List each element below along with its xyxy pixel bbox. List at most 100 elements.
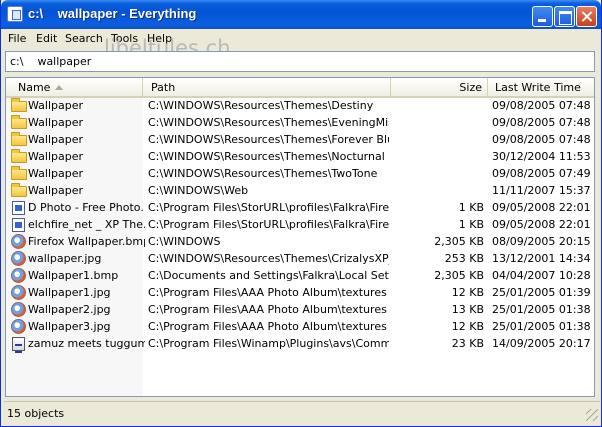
image-file-icon (11, 268, 26, 283)
row-size: 23 KB (451, 337, 484, 350)
table-row[interactable]: Wallpaper1.jpg C:\Program Files\AAA Photo… (6, 285, 594, 302)
menu-bar: File Edit Search Tools Help (4, 29, 600, 49)
row-path: C:\WINDOWS\Resources\Themes\TwoTone (148, 167, 378, 180)
row-name: wallpaper.jpg (28, 252, 102, 265)
maximize-button[interactable] (554, 6, 575, 27)
row-date: 11/11/2007 15:37 (492, 184, 591, 197)
table-row[interactable]: Wallpaper C:\WINDOWS\Resources\Themes\Two… (6, 166, 594, 183)
table-row[interactable]: wallpaper.jpg C:\WINDOWS\Resources\Themes… (6, 251, 594, 268)
row-path: C:\Program Files\StorURL\profiles\Falkra… (148, 201, 389, 214)
sort-ascending-icon (55, 85, 63, 90)
app-icon[interactable] (7, 6, 23, 22)
row-size: 2,305 KB (434, 235, 484, 248)
row-name: D Photo - Free Photo... (28, 201, 145, 214)
row-name: Wallpaper (28, 116, 84, 129)
internet-shortcut-icon (12, 201, 25, 215)
row-date: 09/08/2005 07:48 (492, 99, 591, 112)
close-button[interactable] (576, 6, 597, 27)
row-path: C:\WINDOWS\Resources\Themes\CrizalysXP_1… (148, 252, 389, 265)
row-name: Wallpaper3.jpg (28, 320, 111, 333)
row-path: C:\WINDOWS\Resources\Themes\Nocturnal (148, 150, 385, 163)
row-path: C:\Program Files\Winamp\Plugins\avs\Comm… (148, 337, 389, 350)
folder-icon (11, 166, 27, 180)
column-header-size[interactable]: Size (391, 78, 488, 96)
row-name: Wallpaper (28, 99, 84, 112)
menu-search[interactable]: Search (65, 32, 103, 45)
row-path: C:\WINDOWS\Resources\Themes\Forever Blue (148, 133, 389, 146)
row-size: 1 KB (458, 201, 484, 214)
row-date: 14/09/2005 20:17 (492, 337, 591, 350)
row-name: Wallpaper (28, 167, 84, 180)
table-row[interactable]: Wallpaper2.jpg C:\Program Files\AAA Photo… (6, 302, 594, 319)
plugin-file-icon (12, 337, 25, 353)
row-path: C:\WINDOWS\Resources\Themes\EveningMist (148, 116, 389, 129)
row-path: C:\Program Files\AAA Photo Album\texture… (148, 303, 387, 316)
folder-icon (11, 98, 27, 112)
row-size: 1 KB (458, 218, 484, 231)
results-list[interactable]: Name Path Size Last Write Time Wallpaper… (5, 77, 595, 397)
row-date: 09/08/2005 07:48 (492, 116, 591, 129)
column-header-path[interactable]: Path (143, 78, 391, 96)
row-path: C:\WINDOWS\Resources\Themes\Destiny (148, 99, 374, 112)
resize-grip-icon[interactable] (586, 409, 598, 421)
folder-icon (11, 149, 27, 163)
row-name: Wallpaper1.bmp (28, 269, 119, 282)
row-size: 253 KB (444, 252, 484, 265)
image-file-icon (11, 234, 26, 249)
row-path: C:\Program Files\AAA Photo Album\texture… (148, 320, 387, 333)
table-row[interactable]: Wallpaper1.bmp C:\Documents and Settings\… (6, 268, 594, 285)
table-row[interactable]: Wallpaper C:\WINDOWS\Resources\Themes\Noc… (6, 149, 594, 166)
row-date: 25/01/2005 01:39 (492, 286, 591, 299)
row-date: 30/12/2004 11:53 (492, 150, 591, 163)
status-bar: 15 objects (4, 401, 600, 423)
table-row[interactable]: Wallpaper C:\WINDOWS\Resources\Themes\Des… (6, 98, 594, 115)
column-header-name[interactable]: Name (6, 78, 143, 96)
everything-window: c:\ wallpaper - Everything File Edit Searc… (0, 0, 602, 427)
image-file-icon (11, 285, 26, 300)
row-name: Wallpaper (28, 184, 84, 197)
row-date: 04/04/2007 10:28 (492, 269, 591, 282)
internet-shortcut-icon (12, 218, 25, 232)
row-size: 12 KB (451, 286, 484, 299)
title-bar[interactable]: c:\ wallpaper - Everything (1, 0, 601, 29)
row-date: 09/05/2008 22:01 (492, 201, 591, 214)
row-date: 09/05/2008 22:01 (492, 218, 591, 231)
row-date: 08/09/2005 20:15 (492, 235, 591, 248)
row-size: 2,305 KB (434, 269, 484, 282)
column-header-date[interactable]: Last Write Time (488, 78, 594, 96)
menu-edit[interactable]: Edit (36, 32, 57, 45)
row-name: zamuz meets tuggum... (28, 337, 145, 350)
row-name: Wallpaper (28, 150, 84, 163)
folder-icon (11, 132, 27, 146)
image-file-icon (11, 319, 26, 334)
row-date: 09/08/2005 07:49 (492, 167, 591, 180)
image-file-icon (11, 251, 26, 266)
row-name: Wallpaper2.jpg (28, 303, 111, 316)
table-row[interactable]: Wallpaper C:\WINDOWS\Web 11/11/2007 15:37 (6, 183, 594, 200)
table-row[interactable]: Firefox Wallpaper.bmp C:\WINDOWS 2,305 KB 0… (6, 234, 594, 251)
row-path: C:\WINDOWS\Web (148, 184, 249, 197)
table-row[interactable]: D Photo - Free Photo... C:\Program Files\… (6, 200, 594, 217)
table-row[interactable]: zamuz meets tuggum...C:\Program Files\Wi… (6, 336, 594, 353)
minimize-button[interactable] (532, 6, 553, 27)
table-row[interactable]: Wallpaper C:\WINDOWS\Resources\Themes\For… (6, 132, 594, 149)
row-name: elchfire_net _ XP The... (28, 218, 145, 231)
row-name: Wallpaper (28, 133, 84, 146)
folder-icon (11, 115, 27, 129)
menu-file[interactable]: File (8, 32, 26, 45)
row-date: 25/01/2005 01:38 (492, 320, 591, 333)
row-date: 13/12/2001 14:34 (492, 252, 591, 265)
folder-icon (11, 183, 27, 197)
search-input[interactable]: c:\ wallpaper (5, 51, 595, 72)
row-path: C:\WINDOWS (148, 235, 221, 248)
table-row[interactable]: Wallpaper3.jpg C:\Program Files\AAA Photo… (6, 319, 594, 336)
list-header: Name Path Size Last Write Time (6, 78, 594, 98)
row-date: 25/01/2005 01:38 (492, 303, 591, 316)
row-path: C:\Documents and Settings\Falkra\Local S… (148, 269, 389, 282)
row-size: 13 KB (451, 303, 484, 316)
table-row[interactable]: Wallpaper C:\WINDOWS\Resources\Themes\Eve… (6, 115, 594, 132)
row-date: 09/08/2005 07:48 (492, 133, 591, 146)
table-row[interactable]: elchfire_net _ XP The... C:\Program Files… (6, 217, 594, 234)
image-file-icon (11, 302, 26, 317)
window-title: c:\ wallpaper - Everything (28, 6, 197, 21)
